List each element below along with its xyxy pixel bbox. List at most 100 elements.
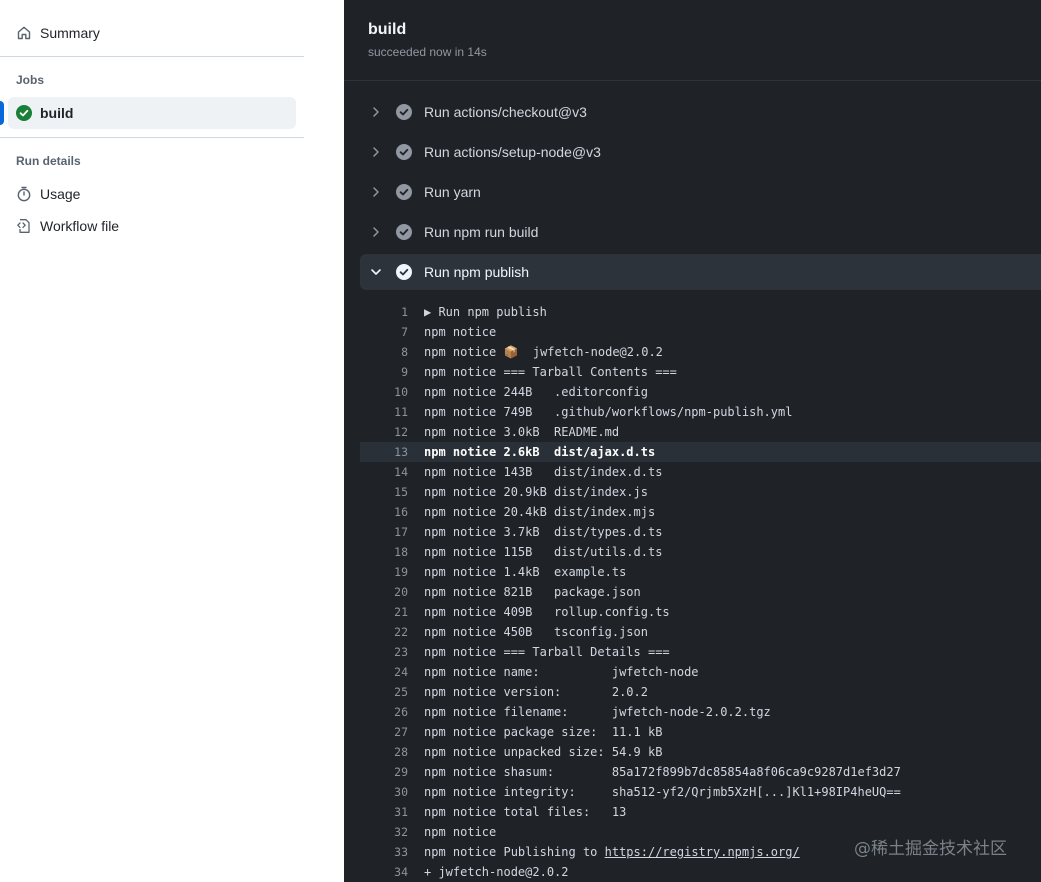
line-number[interactable]: 13 — [360, 445, 408, 459]
line-number[interactable]: 34 — [360, 865, 408, 879]
line-number[interactable]: 11 — [360, 405, 408, 419]
line-number[interactable]: 32 — [360, 825, 408, 839]
log-text: npm notice 115B dist/utils.d.ts — [424, 545, 662, 559]
line-number[interactable]: 1 — [360, 305, 408, 319]
line-number[interactable]: 17 — [360, 525, 408, 539]
log-text-content: npm notice 749B .github/workflows/npm-pu… — [424, 405, 793, 419]
sidebar-item-usage[interactable]: Usage — [16, 183, 80, 205]
log-text: npm notice shasum: 85a172f899b7dc85854a8… — [424, 765, 901, 779]
line-number[interactable]: 15 — [360, 485, 408, 499]
log-line[interactable]: 29 npm notice shasum: 85a172f899b7dc85854… — [360, 762, 1041, 782]
line-number[interactable]: 18 — [360, 545, 408, 559]
step-label: Run yarn — [424, 184, 481, 200]
log-text: npm notice total files: 13 — [424, 805, 626, 819]
log-text-content: npm notice integrity: sha512-yf2/Qrjmb5X… — [424, 785, 901, 799]
log-text: npm notice filename: jwfetch-node-2.0.2.… — [424, 705, 771, 719]
line-number[interactable]: 22 — [360, 625, 408, 639]
line-number[interactable]: 10 — [360, 385, 408, 399]
log-line[interactable]: 31 npm notice total files: 13 — [360, 802, 1041, 822]
line-number[interactable]: 14 — [360, 465, 408, 479]
log-text-content: + jwfetch-node@2.0.2 — [424, 865, 569, 879]
log-text: npm notice 409B rollup.config.ts — [424, 605, 670, 619]
log-line[interactable]: 28 npm notice unpacked size: 54.9 kB — [360, 742, 1041, 762]
log-line[interactable]: 22 npm notice 450B tsconfig.json — [360, 622, 1041, 642]
line-number[interactable]: 33 — [360, 845, 408, 859]
line-number[interactable]: 23 — [360, 645, 408, 659]
line-number[interactable]: 30 — [360, 785, 408, 799]
line-number[interactable]: 27 — [360, 725, 408, 739]
divider — [0, 56, 304, 57]
sidebar-item-build[interactable]: build — [16, 102, 73, 124]
line-number[interactable]: 20 — [360, 585, 408, 599]
log-text-content: npm notice 821B package.json — [424, 585, 641, 599]
log-line[interactable]: 34 + jwfetch-node@2.0.2 — [360, 862, 1041, 882]
log-text-content: npm notice unpacked size: 54.9 kB — [424, 745, 663, 759]
log-line[interactable]: 26 npm notice filename: jwfetch-node-2.0.… — [360, 702, 1041, 722]
log-line[interactable]: 19 npm notice 1.4kB example.ts — [360, 562, 1041, 582]
log-line[interactable]: 27 npm notice package size: 11.1 kB — [360, 722, 1041, 742]
log-line[interactable]: 25 npm notice version: 2.0.2 — [360, 682, 1041, 702]
step-row[interactable]: Run actions/setup-node@v3 — [360, 134, 1041, 170]
log-text: npm notice 20.9kB dist/index.js — [424, 485, 648, 499]
registry-link[interactable]: https://registry.npmjs.org/ — [605, 845, 800, 859]
log-text-content: npm notice === Tarball Contents === — [424, 365, 677, 379]
log-line[interactable]: 17 npm notice 3.7kB dist/types.d.ts — [360, 522, 1041, 542]
log-text-content: npm notice filename: jwfetch-node-2.0.2.… — [424, 705, 771, 719]
log-line[interactable]: 21 npm notice 409B rollup.config.ts — [360, 602, 1041, 622]
step-label: Run actions/setup-node@v3 — [424, 144, 601, 160]
log-text: npm notice 20.4kB dist/index.mjs — [424, 505, 655, 519]
log-line[interactable]: 16 npm notice 20.4kB dist/index.mjs — [360, 502, 1041, 522]
line-number[interactable]: 31 — [360, 805, 408, 819]
log-line[interactable]: 24 npm notice name: jwfetch-node — [360, 662, 1041, 682]
log-line[interactable]: 7 npm notice — [360, 322, 1041, 342]
log-text-content: npm notice 143B dist/index.d.ts — [424, 465, 663, 479]
line-number[interactable]: 21 — [360, 605, 408, 619]
log-line[interactable]: 15 npm notice 20.9kB dist/index.js — [360, 482, 1041, 502]
log-line[interactable]: 14 npm notice 143B dist/index.d.ts — [360, 462, 1041, 482]
log-text: npm notice unpacked size: 54.9 kB — [424, 745, 662, 759]
line-number[interactable]: 28 — [360, 745, 408, 759]
log-line[interactable]: 18 npm notice 115B dist/utils.d.ts — [360, 542, 1041, 562]
log-text: ▶ Run npm publish — [424, 305, 547, 319]
sidebar-item-workflow-file[interactable]: Workflow file — [16, 215, 119, 237]
chevron-right-icon — [368, 144, 384, 160]
step-row[interactable]: Run yarn — [360, 174, 1041, 210]
step-row[interactable]: Run npm run build — [360, 214, 1041, 250]
log-text-content: ▶ Run npm publish — [424, 305, 547, 319]
log-line[interactable]: 8 npm notice 📦 jwfetch-node@2.0.2 — [360, 342, 1041, 362]
log-text: npm notice Publishing to https://registr… — [424, 845, 800, 859]
line-number[interactable]: 16 — [360, 505, 408, 519]
success-check-icon — [16, 105, 32, 121]
line-number[interactable]: 7 — [360, 325, 408, 339]
line-number[interactable]: 26 — [360, 705, 408, 719]
line-number[interactable]: 12 — [360, 425, 408, 439]
file-code-icon — [16, 218, 32, 234]
log-line[interactable]: 30 npm notice integrity: sha512-yf2/Qrjmb… — [360, 782, 1041, 802]
run-details-heading: Run details — [16, 154, 81, 168]
log-text: npm notice — [424, 825, 496, 839]
stopwatch-icon — [16, 186, 32, 202]
log-line[interactable]: 11 npm notice 749B .github/workflows/npm-… — [360, 402, 1041, 422]
log-line[interactable]: 10 npm notice 244B .editorconfig — [360, 382, 1041, 402]
step-row[interactable]: Run actions/checkout@v3 — [360, 94, 1041, 130]
chevron-right-icon — [368, 104, 384, 120]
line-number[interactable]: 29 — [360, 765, 408, 779]
sidebar: Summary Jobs build Run details Usage Wor… — [0, 0, 344, 882]
line-number[interactable]: 8 — [360, 345, 408, 359]
line-number[interactable]: 25 — [360, 685, 408, 699]
line-number[interactable]: 19 — [360, 565, 408, 579]
log-line[interactable]: 1 ▶ Run npm publish — [360, 302, 1041, 322]
job-log-panel: build succeeded now in 14s Run actions/c… — [344, 0, 1041, 882]
log-text: npm notice — [424, 325, 496, 339]
log-text: npm notice package size: 11.1 kB — [424, 725, 662, 739]
log-line[interactable]: 23 npm notice === Tarball Details === — [360, 642, 1041, 662]
log-line[interactable]: 9 npm notice === Tarball Contents === — [360, 362, 1041, 382]
line-number[interactable]: 9 — [360, 365, 408, 379]
log-line[interactable]: 20 npm notice 821B package.json — [360, 582, 1041, 602]
step-row-expanded[interactable]: Run npm publish — [360, 254, 1041, 290]
sidebar-item-summary[interactable]: Summary — [16, 22, 100, 44]
log-text: npm notice 3.0kB README.md — [424, 425, 619, 439]
line-number[interactable]: 24 — [360, 665, 408, 679]
log-line[interactable]: 13 npm notice 2.6kB dist/ajax.d.ts — [360, 442, 1041, 462]
log-line[interactable]: 12 npm notice 3.0kB README.md — [360, 422, 1041, 442]
